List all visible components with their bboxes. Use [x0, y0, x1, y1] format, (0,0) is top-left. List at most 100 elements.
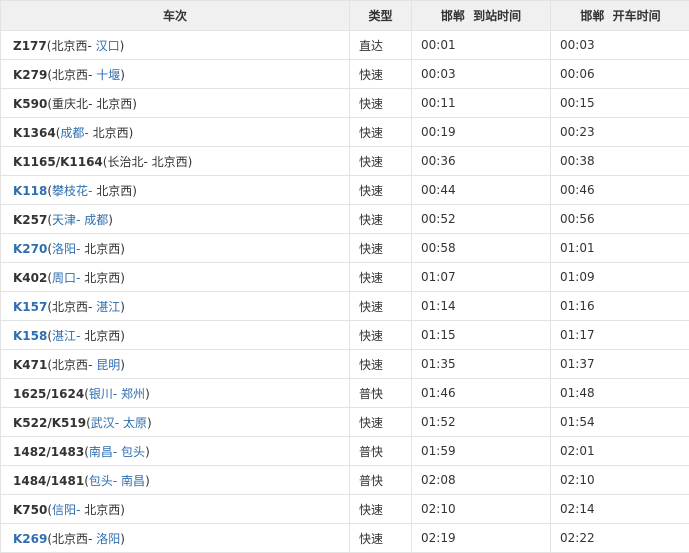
cell-type: 快速	[350, 350, 412, 379]
origin-station-link[interactable]: 周口	[52, 271, 76, 285]
dest-station-link[interactable]: 成都	[84, 213, 108, 227]
paren-close: )	[147, 416, 152, 430]
origin-station-link[interactable]: 银川	[89, 387, 113, 401]
table-row: K157(北京西- 湛江)快速01:1401:16	[1, 292, 689, 321]
origin-station-link[interactable]: 天津	[52, 213, 76, 227]
route-dash: -	[88, 358, 96, 372]
train-number-link[interactable]: K269	[13, 532, 47, 546]
cell-type: 快速	[350, 147, 412, 176]
dest-station-link[interactable]: 十堰	[96, 68, 120, 82]
dest-station-link[interactable]: 太原	[123, 416, 147, 430]
table-row: 1482/1483(南昌- 包头)普快01:5902:01	[1, 437, 689, 466]
route-dash: -	[88, 97, 96, 111]
dest-station-link[interactable]: 湛江	[96, 300, 120, 314]
table-row: K257(天津- 成都)快速00:5200:56	[1, 205, 689, 234]
table-row: K522/K519(武汉- 太原)快速01:5201:54	[1, 408, 689, 437]
dest-station-link[interactable]: 昆明	[96, 358, 120, 372]
train-number-link[interactable]: K270	[13, 242, 47, 256]
cell-train: K750(信阳- 北京西)	[1, 495, 350, 524]
train-number: K471	[13, 358, 47, 372]
cell-train: K471(北京西- 昆明)	[1, 350, 350, 379]
cell-train: 1625/1624(银川- 郑州)	[1, 379, 350, 408]
cell-depart-time: 02:14	[551, 495, 689, 524]
origin-station-link[interactable]: 包头	[89, 474, 113, 488]
table-row: K118(攀枝花- 北京西)快速00:4400:46	[1, 176, 689, 205]
dest-station: 北京西	[84, 329, 120, 343]
train-number: 1625/1624	[13, 387, 84, 401]
table-header-row: 车次 类型 邯郸 到站时间 邯郸 开车时间	[1, 1, 689, 31]
origin-station-link[interactable]: 信阳	[52, 503, 76, 517]
origin-station: 北京西	[52, 68, 88, 82]
dest-station-link[interactable]: 汉口	[96, 39, 120, 53]
train-timetable: 车次 类型 邯郸 到站时间 邯郸 开车时间 Z177(北京西- 汉口)直达00:…	[0, 0, 689, 553]
train-number: 1484/1481	[13, 474, 84, 488]
dest-station-link[interactable]: 南昌	[121, 474, 145, 488]
cell-type: 普快	[350, 437, 412, 466]
cell-depart-time: 02:22	[551, 524, 689, 553]
dest-station-link[interactable]: 包头	[121, 445, 145, 459]
origin-station-link[interactable]: 南昌	[89, 445, 113, 459]
cell-train: Z177(北京西- 汉口)	[1, 31, 350, 60]
train-number-link[interactable]: K157	[13, 300, 47, 314]
paren-close: )	[120, 532, 125, 546]
train-number: Z177	[13, 39, 47, 53]
paren-close: )	[145, 387, 150, 401]
paren-close: )	[145, 445, 150, 459]
dest-station-link[interactable]: 洛阳	[96, 532, 120, 546]
cell-arrive-time: 00:11	[412, 89, 551, 118]
table-row: K402(周口- 北京西)快速01:0701:09	[1, 263, 689, 292]
cell-arrive-time: 01:35	[412, 350, 551, 379]
route-dash: -	[143, 155, 151, 169]
paren-close: )	[120, 271, 125, 285]
paren-close: )	[188, 155, 193, 169]
dest-station-link[interactable]: 郑州	[121, 387, 145, 401]
origin-station-link[interactable]: 成都	[60, 126, 84, 140]
cell-depart-time: 01:48	[551, 379, 689, 408]
paren-close: )	[132, 97, 137, 111]
route-dash: -	[84, 126, 92, 140]
origin-station: 北京西	[51, 39, 87, 53]
cell-type: 普快	[350, 379, 412, 408]
cell-arrive-time: 01:15	[412, 321, 551, 350]
table-row: K1364(成都- 北京西)快速00:1900:23	[1, 118, 689, 147]
origin-station-link[interactable]: 攀枝花	[52, 184, 88, 198]
cell-depart-time: 01:09	[551, 263, 689, 292]
cell-type: 快速	[350, 89, 412, 118]
table-row: Z177(北京西- 汉口)直达00:0100:03	[1, 31, 689, 60]
dest-station: 北京西	[93, 126, 129, 140]
cell-type: 快速	[350, 495, 412, 524]
cell-arrive-time: 00:44	[412, 176, 551, 205]
origin-station: 北京西	[52, 358, 88, 372]
table-row: 1484/1481(包头- 南昌)普快02:0802:10	[1, 466, 689, 495]
route-dash: -	[88, 184, 96, 198]
train-number-link[interactable]: K118	[13, 184, 47, 198]
cell-arrive-time: 01:52	[412, 408, 551, 437]
table-row: K158(湛江- 北京西)快速01:1501:17	[1, 321, 689, 350]
train-number-link[interactable]: K158	[13, 329, 47, 343]
route-dash: -	[76, 213, 84, 227]
table-row: K279(北京西- 十堰)快速00:0300:06	[1, 60, 689, 89]
cell-arrive-time: 01:46	[412, 379, 551, 408]
cell-type: 直达	[350, 31, 412, 60]
train-number: K1364	[13, 126, 56, 140]
cell-depart-time: 01:37	[551, 350, 689, 379]
origin-station-link[interactable]: 湛江	[52, 329, 76, 343]
cell-train: K269(北京西- 洛阳)	[1, 524, 350, 553]
cell-depart-time: 00:38	[551, 147, 689, 176]
origin-station-link[interactable]: 武汉	[91, 416, 115, 430]
cell-train: 1482/1483(南昌- 包头)	[1, 437, 350, 466]
table-row: K750(信阳- 北京西)快速02:1002:14	[1, 495, 689, 524]
header-depart: 邯郸 开车时间	[551, 1, 689, 31]
table-row: K590(重庆北- 北京西)快速00:1100:15	[1, 89, 689, 118]
cell-arrive-time: 00:01	[412, 31, 551, 60]
origin-station-link[interactable]: 洛阳	[52, 242, 76, 256]
cell-arrive-time: 00:19	[412, 118, 551, 147]
origin-station: 长治北	[107, 155, 143, 169]
train-number: K590	[13, 97, 47, 111]
cell-depart-time: 01:01	[551, 234, 689, 263]
paren-close: )	[120, 242, 125, 256]
paren-close: )	[120, 39, 125, 53]
train-number: K257	[13, 213, 47, 227]
cell-arrive-time: 01:59	[412, 437, 551, 466]
cell-type: 快速	[350, 524, 412, 553]
